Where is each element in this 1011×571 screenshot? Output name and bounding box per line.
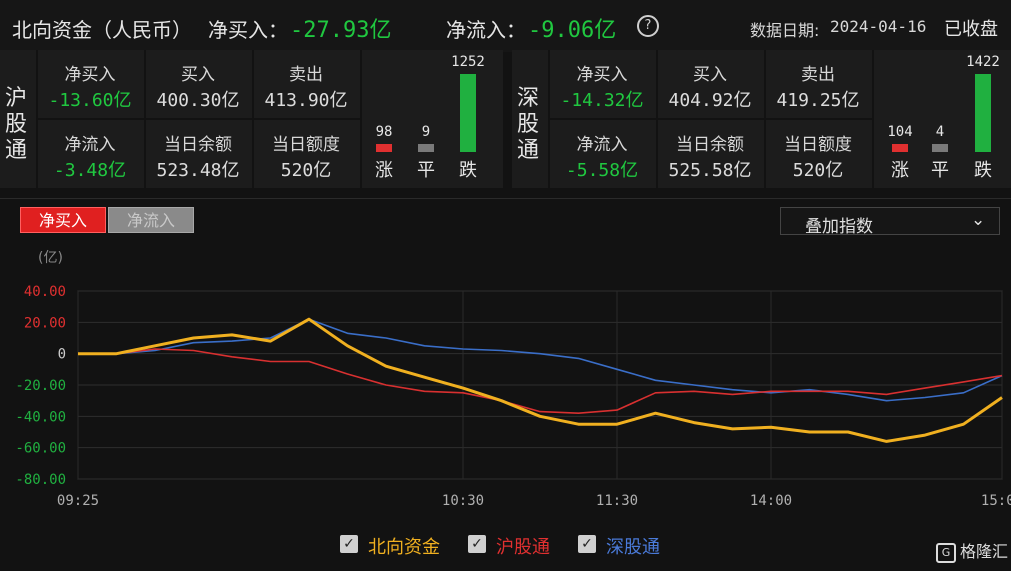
y-tick-label: -60.00 (15, 441, 66, 457)
sz-up-label: 涨 (891, 160, 909, 181)
sh-net-buy: 净买入 -13.60亿 (48, 65, 132, 111)
sh-flat-bar (418, 144, 434, 152)
sh-connect-panel: 沪股通 净买入 -13.60亿 买入 400.30亿 卖出 413.90亿 净流入 -3… (0, 50, 503, 188)
legend-sh-label: 沪股通 (496, 537, 550, 558)
y-tick-label: -80.00 (15, 472, 66, 488)
sh-sell: 卖出 413.90亿 (264, 65, 348, 111)
legend-sz-checkbox[interactable]: ✓ (578, 535, 596, 553)
y-tick-label: -20.00 (15, 378, 66, 394)
legend-sh-checkbox[interactable]: ✓ (468, 535, 486, 553)
x-tick-label: 14:00 (750, 493, 792, 509)
sz-balance: 当日余额 525.58亿 (668, 135, 752, 181)
sh-up-count: 98 (375, 124, 393, 140)
net-buy-value: -27.93亿 (290, 18, 392, 43)
sh-flat-count: 9 (421, 124, 431, 140)
watermark-logo: G 格隆汇 (936, 538, 1008, 563)
date-value: 2024-04-16 (830, 17, 927, 36)
x-tick-label: 09:25 (57, 493, 99, 509)
sh-up-label: 涨 (375, 160, 393, 181)
series-line-north (78, 317, 1003, 443)
question-circle-icon[interactable]: ? (637, 15, 659, 37)
sh-connect-name: 沪股通 (4, 86, 27, 163)
legend-north-checkbox[interactable]: ✓ (340, 535, 358, 553)
sh-buy: 买入 400.30亿 (156, 65, 240, 111)
sh-down-count: 1252 (451, 54, 485, 70)
net-flow-value: -9.06亿 (528, 18, 617, 43)
sz-flat-label: 平 (931, 160, 949, 181)
legend-north-label: 北向资金 (368, 537, 440, 558)
sh-down-bar (460, 74, 476, 152)
x-tick-label: 10:30 (442, 493, 484, 509)
net-flow-label: 净流入： (446, 18, 526, 42)
logo-icon: G (936, 542, 956, 563)
sh-down-label: 跌 (459, 160, 477, 181)
series-line-sz (78, 318, 1003, 402)
sz-connect-panel: 深股通 净买入 -14.32亿 买入 404.92亿 卖出 419.25亿 净流入 -5… (512, 50, 1011, 188)
market-status: 已收盘 (944, 19, 998, 40)
sz-flat-count: 4 (935, 124, 945, 140)
sz-sell: 卖出 419.25亿 (776, 65, 860, 111)
sz-flat-bar (932, 144, 948, 152)
page-title: 北向资金（人民币） (12, 18, 192, 42)
x-tick-label: 11:30 (596, 493, 638, 509)
series-line-sh (78, 348, 1003, 414)
sz-up-count: 104 (887, 124, 913, 140)
sz-net-buy: 净买入 -14.32亿 (560, 65, 644, 111)
flow-line-chart: 40.00 20.00 0 -20.00 -40.00 -60.00 -80.00 09:25… (15, 284, 1011, 509)
sz-down-bar (975, 74, 991, 152)
watermark-text: 格隆汇 (960, 542, 1009, 561)
chart-area: 净买入 净流入 叠加指数 ⌄ (亿) 40.00 20.00 0 -20.00 -40.… (0, 198, 1011, 571)
sz-net-flow: 净流入 -5.58亿 (565, 135, 639, 181)
sz-down-count: 1422 (966, 54, 1000, 70)
sz-down-label: 跌 (974, 160, 992, 181)
date-label: 数据日期: (750, 21, 820, 40)
sh-net-flow: 净流入 -3.48亿 (53, 135, 127, 181)
sh-flat-label: 平 (417, 160, 435, 181)
sz-connect-name: 深股通 (516, 86, 539, 163)
legend-sz-label: 深股通 (606, 537, 660, 558)
x-tick-label: 15:00 (981, 493, 1011, 509)
y-tick-label: 20.00 (24, 315, 66, 331)
y-tick-label: 0 (58, 347, 66, 363)
y-tick-label: 40.00 (24, 284, 66, 300)
sz-buy: 买入 404.92亿 (668, 65, 752, 111)
net-buy-label: 净买入： (208, 18, 288, 42)
sh-up-bar (376, 144, 392, 152)
y-tick-label: -40.00 (15, 409, 66, 425)
sh-quota: 当日额度 520亿 (272, 135, 340, 181)
sz-quota: 当日额度 520亿 (784, 135, 852, 181)
header-bar: 北向资金（人民币） 净买入： -27.93亿 净流入： -9.06亿 ? 数据日… (0, 0, 1011, 52)
sh-balance: 当日余额 523.48亿 (156, 135, 240, 181)
sz-up-bar (892, 144, 908, 152)
